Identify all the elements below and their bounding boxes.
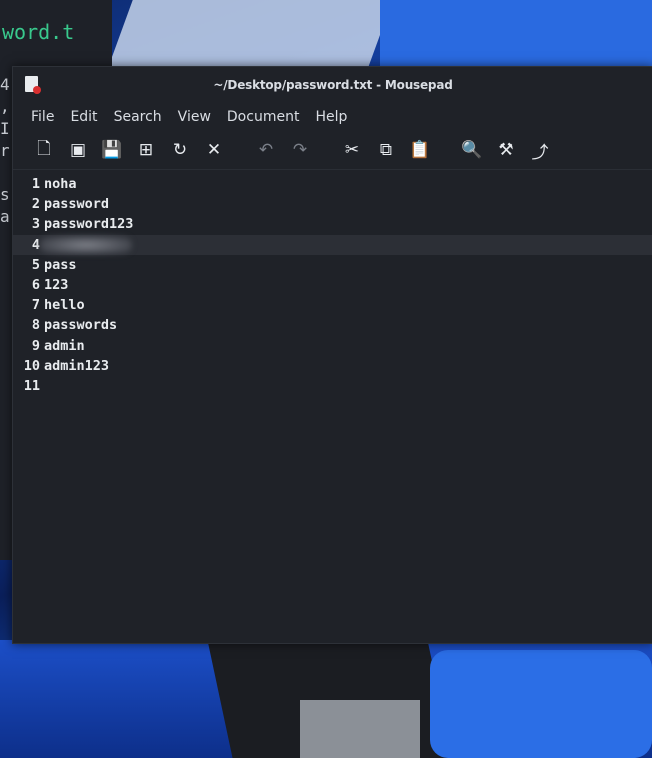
terminal-char: s xyxy=(0,185,10,204)
cut-button[interactable]: ✂ xyxy=(335,135,369,165)
wallpaper-shape xyxy=(380,0,652,70)
line-text: admin xyxy=(44,337,85,354)
save-as-button[interactable]: ⊞ xyxy=(129,135,163,165)
terminal-char: 4 xyxy=(0,75,10,94)
menu-document[interactable]: Document xyxy=(221,107,306,127)
wallpaper-shape xyxy=(300,700,420,758)
line-text: hello xyxy=(44,297,85,314)
save-button[interactable]: 💾 xyxy=(95,135,129,165)
mousepad-window[interactable]: ~/Desktop/password.txt - Mousepad File Ed… xyxy=(12,66,652,644)
editor-line[interactable]: 11 xyxy=(13,376,652,396)
editor-line[interactable]: 4 xyxy=(13,234,652,255)
terminal-char: r xyxy=(0,141,10,160)
wallpaper-shape xyxy=(430,650,652,758)
terminal-char: I xyxy=(0,119,10,138)
new-window-button[interactable]: ▣ xyxy=(61,135,95,165)
line-number: 1 xyxy=(31,176,40,193)
new-window-icon: ▣ xyxy=(69,140,87,160)
terminal-text: word.t xyxy=(2,20,75,44)
text-editor-area[interactable]: 1 noha 2 password 3 password123 4 5 pass 6 123 7 hel… xyxy=(13,170,652,396)
editor-line[interactable]: 2 password xyxy=(13,194,652,214)
reload-button[interactable]: ↻ xyxy=(163,135,197,165)
paste-button[interactable]: 📋 xyxy=(403,135,437,165)
terminal-char xyxy=(0,162,10,184)
redo-icon: ↷ xyxy=(292,140,308,160)
line-number: 6 xyxy=(31,277,40,294)
go-to-line-icon: ⤴ xyxy=(531,142,549,163)
find-replace-button[interactable]: ⚒ xyxy=(489,135,523,165)
editor-line[interactable]: 6 123 xyxy=(13,275,652,295)
line-number: 5 xyxy=(31,256,40,273)
line-number: 11 xyxy=(23,377,40,394)
copy-button[interactable]: ⧉ xyxy=(369,135,403,165)
close-icon: ✕ xyxy=(206,140,222,160)
menu-edit[interactable]: Edit xyxy=(64,107,103,127)
editor-line[interactable]: 10 admin123 xyxy=(13,356,652,376)
line-number: 3 xyxy=(31,216,40,233)
editor-line[interactable]: 3 password123 xyxy=(13,214,652,234)
menu-bar: File Edit Search View Document Help xyxy=(13,103,652,131)
menu-file[interactable]: File xyxy=(25,107,60,127)
menu-help[interactable]: Help xyxy=(309,107,353,127)
line-text: password123 xyxy=(44,216,134,233)
line-text: admin123 xyxy=(44,357,110,374)
line-number: 9 xyxy=(31,337,40,354)
editor-line[interactable]: 5 pass xyxy=(13,255,652,275)
line-text: passwords xyxy=(44,317,118,334)
menu-search[interactable]: Search xyxy=(108,107,168,127)
undo-icon: ↶ xyxy=(258,140,274,160)
line-number: 2 xyxy=(31,196,40,213)
find-replace-icon: ⚒ xyxy=(498,140,514,160)
copy-icon: ⧉ xyxy=(379,140,393,160)
line-text: noha xyxy=(44,176,77,193)
window-title: ~/Desktop/password.txt - Mousepad xyxy=(213,78,453,92)
close-button[interactable]: ✕ xyxy=(197,135,231,165)
editor-line[interactable]: 9 admin xyxy=(13,336,652,356)
line-number: 10 xyxy=(23,357,40,374)
toolbar: 🗋 ▣ 💾 ⊞ ↻ ✕ ↶ ↷ ✂ ⧉ 📋 🔍 ⚒ ⤴ xyxy=(13,131,652,170)
find-button[interactable]: 🔍 xyxy=(455,135,489,165)
find-icon: 🔍 xyxy=(461,140,483,160)
reload-icon: ↻ xyxy=(172,140,188,160)
go-to-line-button[interactable]: ⤴ xyxy=(523,135,557,165)
line-text: 123 xyxy=(44,277,69,294)
paste-icon: 📋 xyxy=(409,140,431,160)
line-number: 8 xyxy=(31,317,40,334)
menu-view[interactable]: View xyxy=(172,107,217,127)
editor-line[interactable]: 7 hello xyxy=(13,295,652,315)
save-as-icon: ⊞ xyxy=(138,140,154,160)
terminal-char: a xyxy=(0,207,10,226)
editor-line[interactable]: 8 passwords xyxy=(13,315,652,335)
save-icon: 💾 xyxy=(101,140,123,160)
undo-button[interactable]: ↶ xyxy=(249,135,283,165)
redo-button[interactable]: ↷ xyxy=(283,135,317,165)
line-text: password xyxy=(44,196,110,213)
line-text: pass xyxy=(44,256,77,273)
new-document-icon: 🗋 xyxy=(37,138,51,159)
line-number: 7 xyxy=(31,297,40,314)
editor-line[interactable]: 1 noha xyxy=(13,174,652,194)
new-document-button[interactable]: 🗋 xyxy=(27,135,61,165)
title-bar[interactable]: ~/Desktop/password.txt - Mousepad xyxy=(13,67,652,103)
terminal-side-chars: 4, Ir sa xyxy=(0,74,10,228)
redacted-text-blur xyxy=(40,235,132,254)
terminal-char: , xyxy=(0,97,10,116)
cut-icon: ✂ xyxy=(344,140,360,160)
wallpaper-shape xyxy=(107,0,393,70)
